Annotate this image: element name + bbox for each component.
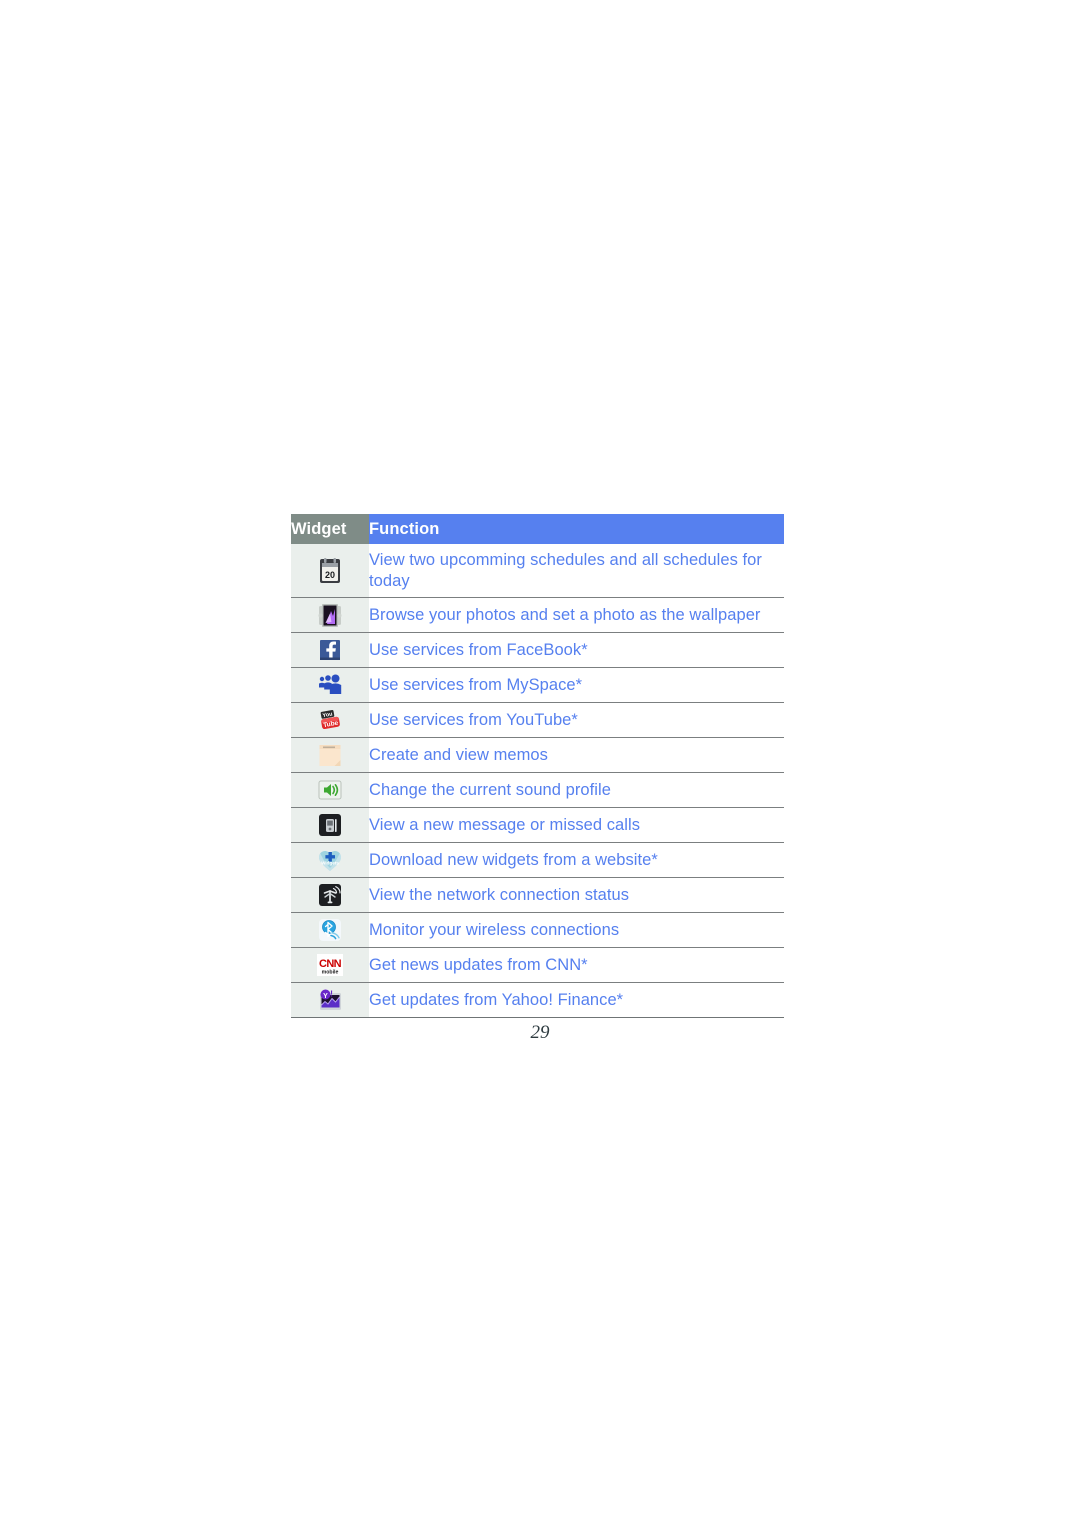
widget-icon-cell: [291, 737, 369, 773]
widget-function-table: Widget Function 20 View two upcomming sc…: [291, 514, 784, 1018]
missed-events-phone-icon: [315, 810, 345, 840]
svg-text:Tube: Tube: [323, 720, 339, 730]
widget-function-text: Get updates from Yahoo! Finance*: [369, 982, 784, 1018]
widget-icon-cell: CNN mobile: [291, 947, 369, 983]
widget-function-text: Create and view memos: [369, 737, 784, 773]
widget-icon-cell: [291, 912, 369, 948]
sound-profile-speaker-icon: [315, 775, 345, 805]
table-row: Change the current sound profile: [291, 772, 784, 808]
widget-function-text: View a new message or missed calls: [369, 807, 784, 843]
widget-icon-cell: 20: [291, 544, 369, 598]
table-row: View the network connection status: [291, 877, 784, 913]
calendar-icon: 20: [315, 556, 345, 586]
network-antenna-icon: [315, 880, 345, 910]
bluetooth-icon: [315, 915, 345, 945]
widget-icon-cell: Y !: [291, 982, 369, 1018]
table-header-row: Widget Function: [291, 514, 784, 544]
table-row: Use services from FaceBook*: [291, 632, 784, 668]
widget-function-text: Change the current sound profile: [369, 772, 784, 808]
table-row: Create and view memos: [291, 737, 784, 773]
widget-function-text: Monitor your wireless connections: [369, 912, 784, 948]
widget-icon-cell: [291, 807, 369, 843]
table-row: View a new message or missed calls: [291, 807, 784, 843]
table-row: Browse your photos and set a photo as th…: [291, 597, 784, 633]
widget-function-text: Download new widgets from a website*: [369, 842, 784, 878]
widget-icon-cell: [291, 772, 369, 808]
widget-icon-cell: [291, 667, 369, 703]
svg-text:20: 20: [325, 570, 335, 580]
widget-function-text: Use services from MySpace*: [369, 667, 784, 703]
memo-note-icon: [315, 740, 345, 770]
widget-function-text: Use services from FaceBook*: [369, 632, 784, 668]
widget-icon-cell: Widgets: [291, 842, 369, 878]
table-row: Use services from MySpace*: [291, 667, 784, 703]
widget-function-text: Use services from YouTube*: [369, 702, 784, 738]
facebook-icon: [315, 635, 345, 665]
widget-icon-cell: [291, 632, 369, 668]
photo-gallery-icon: [315, 600, 345, 630]
page-number: 29: [530, 1022, 550, 1043]
cnn-mobile-icon: CNN mobile: [315, 950, 345, 980]
table-row: Monitor your wireless connections: [291, 912, 784, 948]
manual-page: Widget Function 20 View two upcomming sc…: [0, 0, 1080, 1528]
svg-text:mobile: mobile: [322, 970, 339, 976]
svg-text:Y: Y: [323, 993, 328, 1000]
widget-function-text: Browse your photos and set a photo as th…: [369, 597, 784, 633]
widget-function-text: View two upcomming schedules and all sch…: [369, 544, 784, 598]
widget-icon-cell: [291, 877, 369, 913]
myspace-icon: [315, 670, 345, 700]
svg-text:CNN: CNN: [319, 958, 342, 970]
column-header-function: Function: [369, 514, 784, 544]
svg-text:!: !: [330, 989, 333, 999]
table-row: You Tube Use services from YouTube*: [291, 702, 784, 738]
youtube-icon: You Tube: [315, 705, 345, 735]
yahoo-finance-icon: Y !: [315, 985, 345, 1015]
widget-function-text: View the network connection status: [369, 877, 784, 913]
column-header-widget: Widget: [291, 514, 369, 544]
svg-text:Widgets: Widgets: [321, 861, 339, 866]
widget-icon-cell: You Tube: [291, 702, 369, 738]
table-row: 20 View two upcomming schedules and all …: [291, 544, 784, 598]
widget-icon-cell: [291, 597, 369, 633]
table-row: Widgets Download new widgets from a webs…: [291, 842, 784, 878]
table-row: CNN mobile Get news updates from CNN*: [291, 947, 784, 983]
widget-function-text: Get news updates from CNN*: [369, 947, 784, 983]
table-row: Y ! Get updates from Yahoo! Finance*: [291, 982, 784, 1018]
widgets-download-icon: Widgets: [315, 845, 345, 875]
